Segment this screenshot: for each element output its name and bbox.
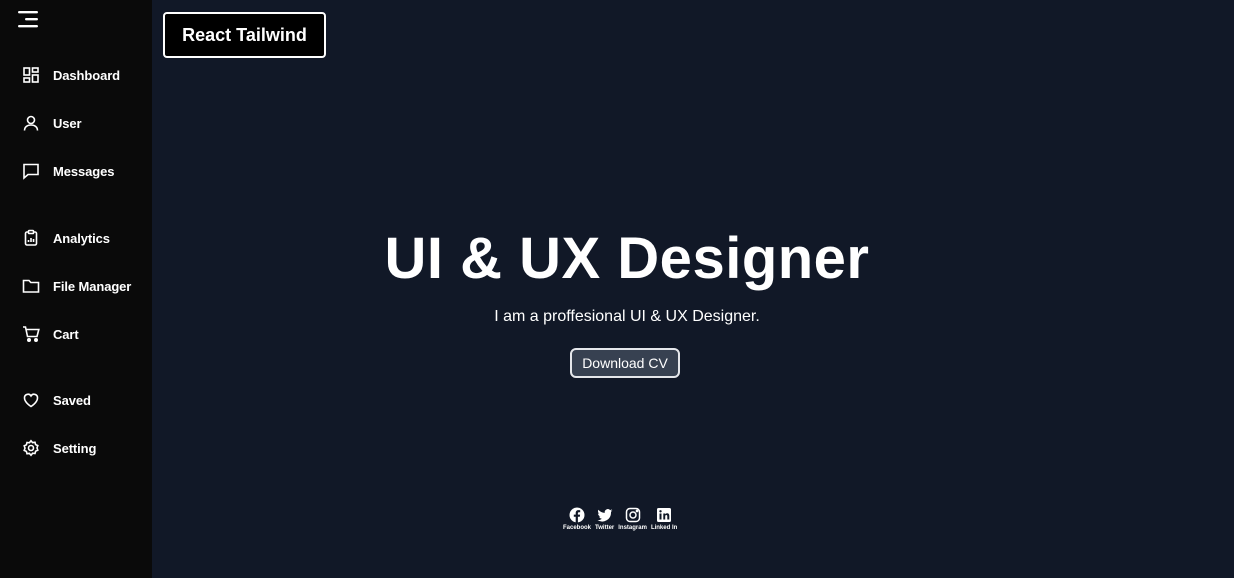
sidebar-item-label: Cart — [53, 326, 79, 342]
hero-subtitle: I am a proffesional UI & UX Designer. — [494, 308, 760, 325]
sidebar-item-saved[interactable]: Saved — [22, 388, 91, 412]
social-label: Twitter — [595, 525, 615, 531]
social-links: Facebook Twitter Instagram Linked In — [563, 507, 677, 531]
sidebar-item-label: Saved — [53, 392, 91, 408]
sidebar-item-messages[interactable]: Messages — [22, 159, 114, 183]
social-link-linkedin[interactable]: Linked In — [651, 507, 677, 531]
sidebar: Dashboard User Messages Analytics File M… — [0, 0, 152, 578]
social-link-instagram[interactable]: Instagram — [618, 507, 647, 531]
sidebar-item-dashboard[interactable]: Dashboard — [22, 63, 120, 87]
sidebar-item-analytics[interactable]: Analytics — [22, 226, 110, 250]
sidebar-item-label: Messages — [53, 163, 115, 179]
sidebar-item-label: Analytics — [53, 230, 110, 246]
facebook-icon — [569, 507, 585, 523]
sidebar-item-setting[interactable]: Setting — [22, 436, 96, 460]
folder-icon — [22, 277, 40, 295]
user-icon — [22, 114, 40, 132]
social-label: Instagram — [618, 525, 647, 531]
main-content: React Tailwind UI & UX Designer I am a p… — [152, 0, 1234, 578]
message-icon — [22, 162, 40, 180]
menu-toggle-icon[interactable] — [18, 9, 40, 29]
sidebar-item-file-manager[interactable]: File Manager — [22, 274, 131, 298]
sidebar-item-label: User — [53, 115, 82, 131]
sidebar-item-label: Setting — [53, 440, 97, 456]
hero-title: UI & UX Designer — [384, 226, 870, 291]
sidebar-item-cart[interactable]: Cart — [22, 322, 79, 346]
sidebar-item-user[interactable]: User — [22, 111, 82, 135]
sidebar-item-label: File Manager — [53, 278, 132, 294]
cart-icon — [22, 325, 40, 343]
brand-logo[interactable]: React Tailwind — [163, 12, 326, 58]
heart-icon — [22, 391, 40, 409]
instagram-icon — [625, 507, 641, 523]
social-label: Linked In — [650, 525, 678, 531]
social-link-facebook[interactable]: Facebook — [563, 507, 591, 531]
dashboard-icon — [22, 66, 40, 84]
sidebar-item-label: Dashboard — [53, 67, 121, 83]
download-cv-button[interactable]: Download CV — [570, 348, 680, 378]
twitter-icon — [597, 507, 613, 523]
settings-icon — [22, 439, 40, 457]
analytics-icon — [22, 229, 40, 247]
linkedin-icon — [656, 507, 672, 523]
social-link-twitter[interactable]: Twitter — [595, 507, 614, 531]
social-label: Facebook — [563, 525, 592, 531]
